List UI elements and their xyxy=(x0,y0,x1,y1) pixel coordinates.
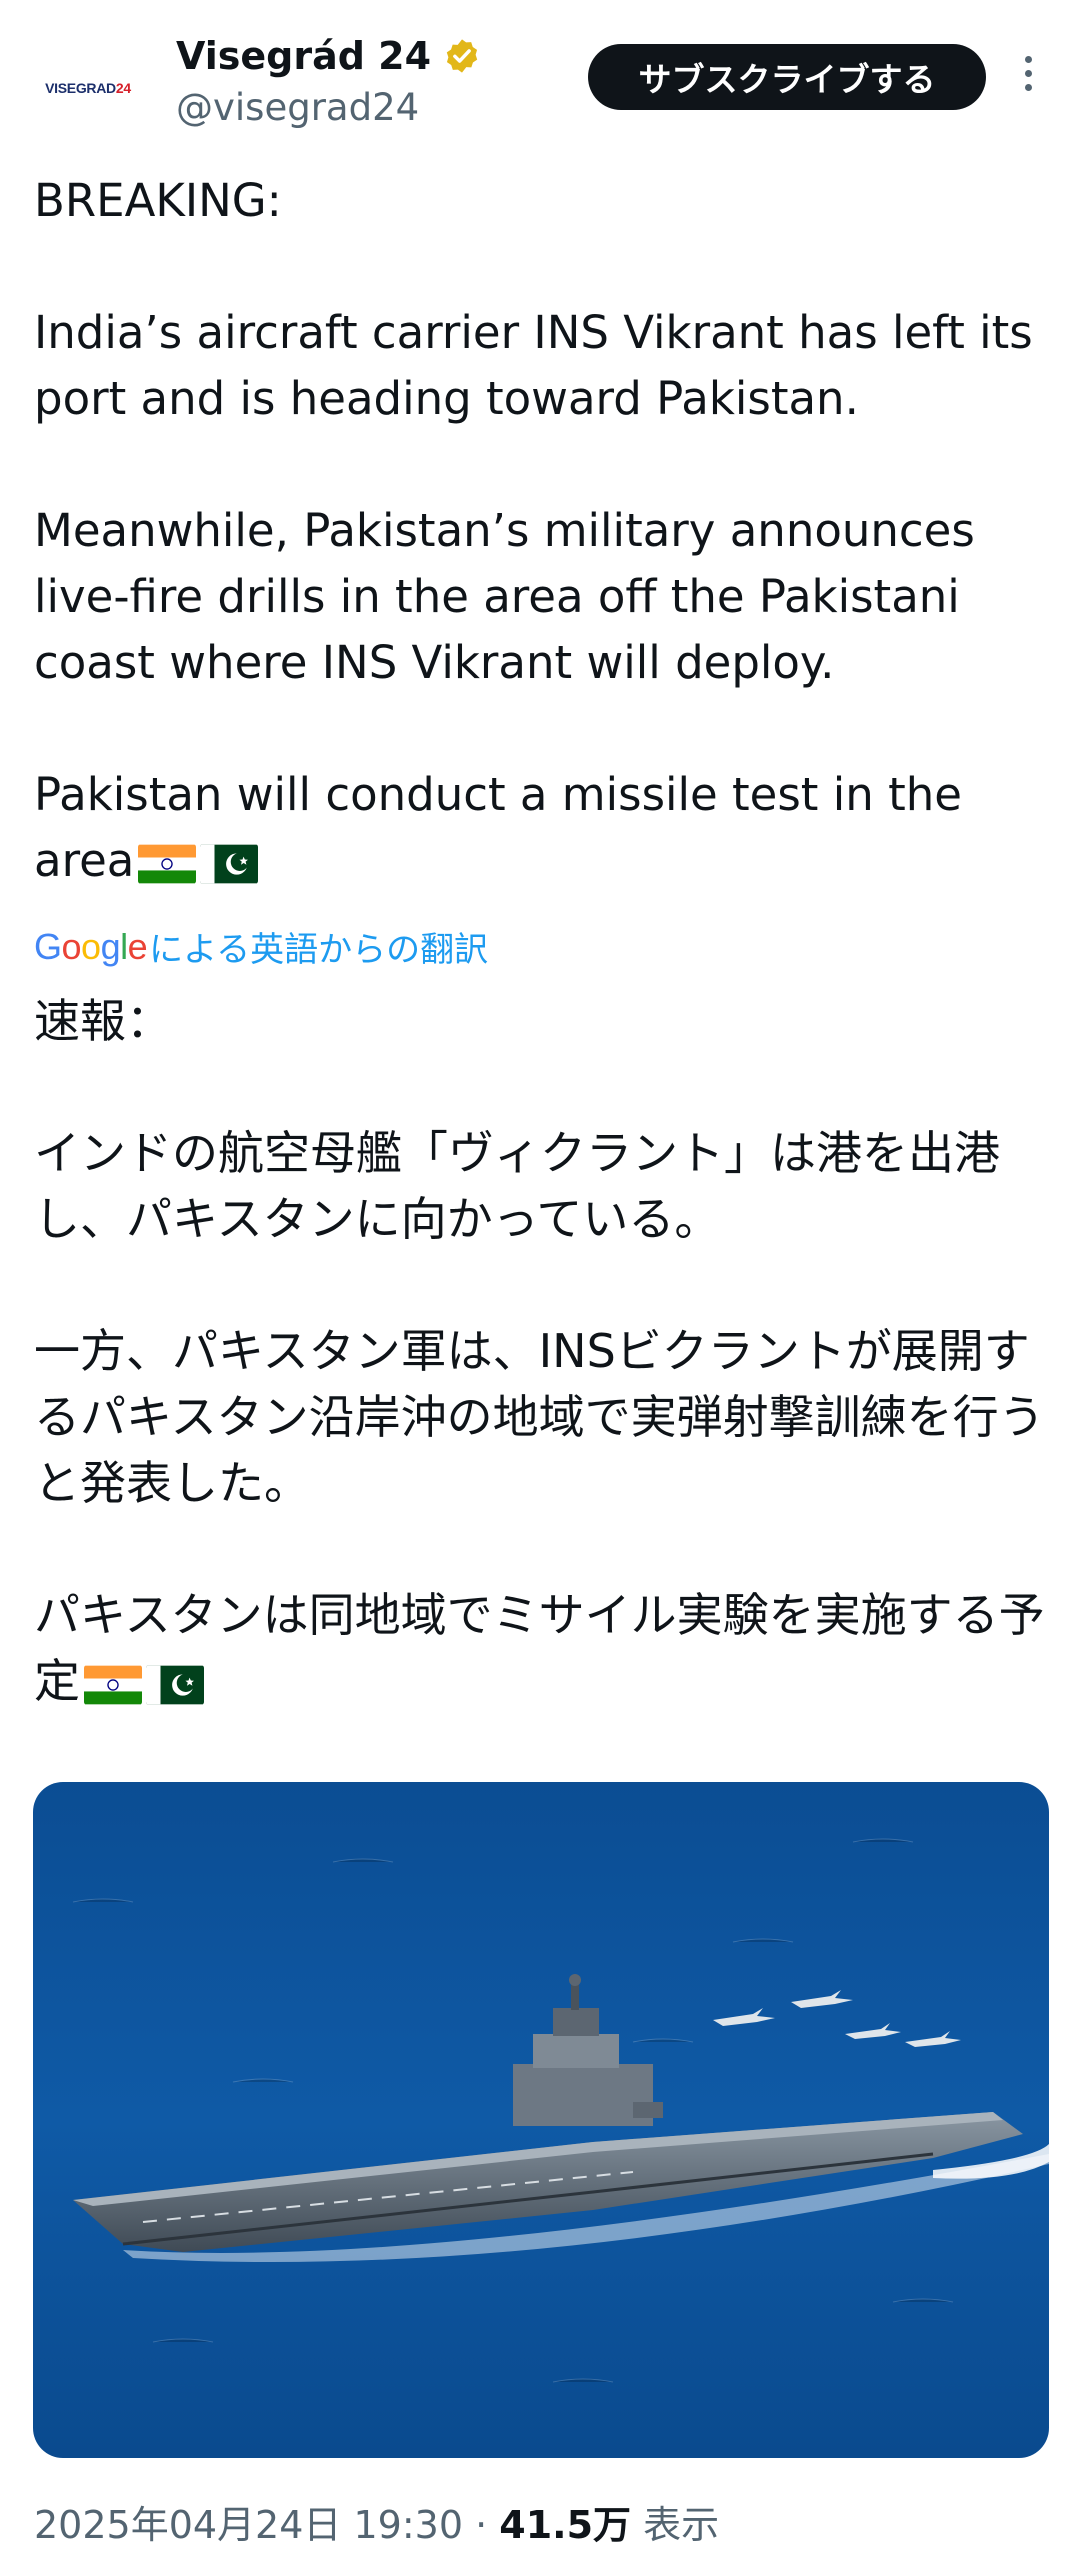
subscribe-button[interactable]: サブスクライブする xyxy=(588,44,986,110)
tweet-paragraph-last: Pakistan will conduct a missile test in … xyxy=(34,768,962,887)
tweet-text: BREAKING: India’s aircraft carrier INS V… xyxy=(34,168,1054,894)
author-name-row[interactable]: Visegrád 24 xyxy=(176,34,481,78)
verified-badge-icon xyxy=(446,39,478,73)
translation-label[interactable]: による英語からの翻訳 xyxy=(149,922,488,971)
more-vertical-icon[interactable] xyxy=(1018,56,1038,100)
tweet-header: VISEGRAD24 Visegrád 24 @visegrad24 サブスクラ… xyxy=(0,0,1080,150)
timestamp[interactable]: 2025年04月24日 19:30 xyxy=(34,2503,463,2547)
translated-paragraph: 速報： xyxy=(34,994,172,1048)
tweet-paragraph: Meanwhile, Pakistan’s military announces… xyxy=(34,504,975,689)
views-label: 表示 xyxy=(631,2503,720,2547)
views-count: 41.5万 xyxy=(499,2503,632,2547)
india-flag-icon xyxy=(138,844,197,884)
author-handle[interactable]: @visegrad24 xyxy=(176,86,419,129)
tweet-media-image[interactable] xyxy=(33,1782,1049,2458)
pakistan-flag-icon xyxy=(146,1665,204,1705)
tweet-paragraph: India’s aircraft carrier INS Vikrant has… xyxy=(34,306,1033,425)
translated-paragraph: 一方、パキスタン軍は、INSビクラントが展開するパキスタン沿岸沖の地域で実弾射撃… xyxy=(34,1324,1045,1510)
translation-attribution[interactable]: Google による英語からの翻訳 xyxy=(34,922,488,971)
tweet-footer: 2025年04月24日 19:30 · 41.5万 表示 xyxy=(34,2494,719,2549)
display-name[interactable]: Visegrád 24 xyxy=(176,34,431,78)
pakistan-flag-icon xyxy=(200,844,259,884)
tweet-paragraph: BREAKING: xyxy=(34,174,282,227)
translated-text: 速報： インドの航空母艦「ヴィクラント」は港を出港し、パキスタンに向かっている。… xyxy=(34,988,1064,1714)
aircraft-carrier-photo xyxy=(33,1782,1049,2458)
india-flag-icon xyxy=(84,1665,142,1705)
google-logo: Google xyxy=(34,925,148,967)
translated-paragraph-last: パキスタンは同地域でミサイル実験を実施する予定 xyxy=(34,1588,1045,1708)
translated-paragraph: インドの航空母艦「ヴィクラント」は港を出港し、パキスタンに向かっている。 xyxy=(34,1126,1000,1246)
avatar-logo: VISEGRAD24 xyxy=(45,80,131,96)
separator: · xyxy=(463,2503,500,2547)
avatar[interactable]: VISEGRAD24 xyxy=(30,30,146,146)
